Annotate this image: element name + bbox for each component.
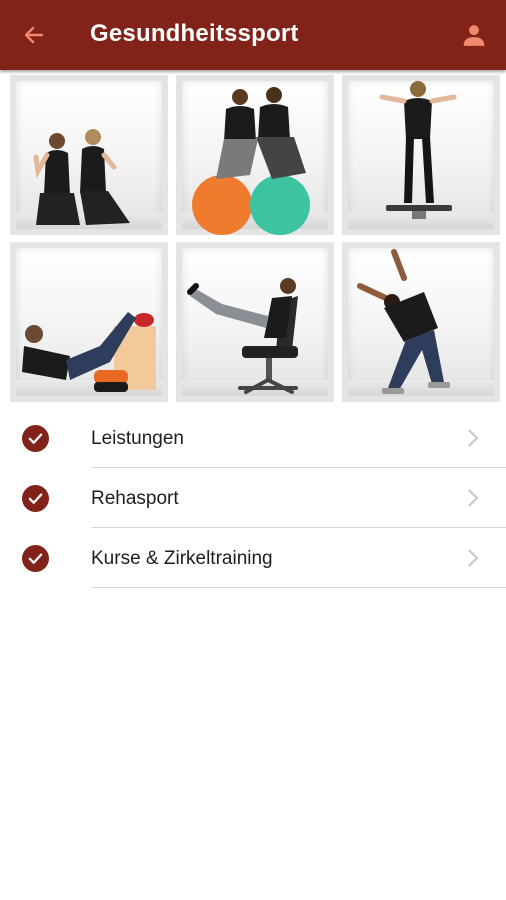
photo-woman-on-balance-board[interactable]: [342, 75, 500, 235]
two-women-illustration: [33, 129, 130, 225]
photo-man-leaning-on-wall[interactable]: [342, 242, 500, 402]
list-item-label: Leistungen: [91, 428, 184, 449]
gym-balls-illustration: [192, 87, 310, 235]
photo-man-lying-with-foam-roller[interactable]: [10, 242, 168, 402]
profile-button[interactable]: [454, 17, 494, 53]
list-item-kurse-zirkeltraining[interactable]: Kurse & Zirkeltraining: [0, 528, 506, 588]
chevron-right-icon: [468, 429, 479, 447]
foam-roller-illustration: [22, 312, 156, 392]
list-item-label: Kurse & Zirkeltraining: [91, 548, 273, 569]
list-item-leistungen[interactable]: Leistungen: [0, 408, 506, 468]
chevron-right-icon: [468, 489, 479, 507]
category-list: Leistungen Rehasport Kurse & Zirkeltrain…: [0, 408, 506, 588]
photo-man-in-office-chair[interactable]: [176, 242, 334, 402]
page-title: Gesundheitssport: [90, 20, 299, 47]
check-circle-icon: [22, 425, 49, 452]
balance-board-illustration: [379, 81, 457, 219]
photo-two-men-on-gym-balls[interactable]: [176, 75, 334, 235]
wall-lean-illustration: [357, 249, 450, 394]
check-circle-icon: [22, 485, 49, 512]
arrow-left-icon: [24, 26, 44, 44]
chevron-right-icon: [468, 549, 479, 567]
person-icon: [463, 25, 485, 46]
check-circle-icon: [22, 545, 49, 572]
divider: [91, 587, 506, 588]
app-bar: Gesundheitssport: [0, 0, 506, 70]
list-item-label: Rehasport: [91, 488, 179, 509]
office-chair-illustration: [187, 278, 298, 394]
photo-grid: [8, 72, 500, 404]
back-button[interactable]: [14, 17, 54, 53]
list-item-rehasport[interactable]: Rehasport: [0, 468, 506, 528]
photo-two-women-kneeling[interactable]: [10, 75, 168, 235]
